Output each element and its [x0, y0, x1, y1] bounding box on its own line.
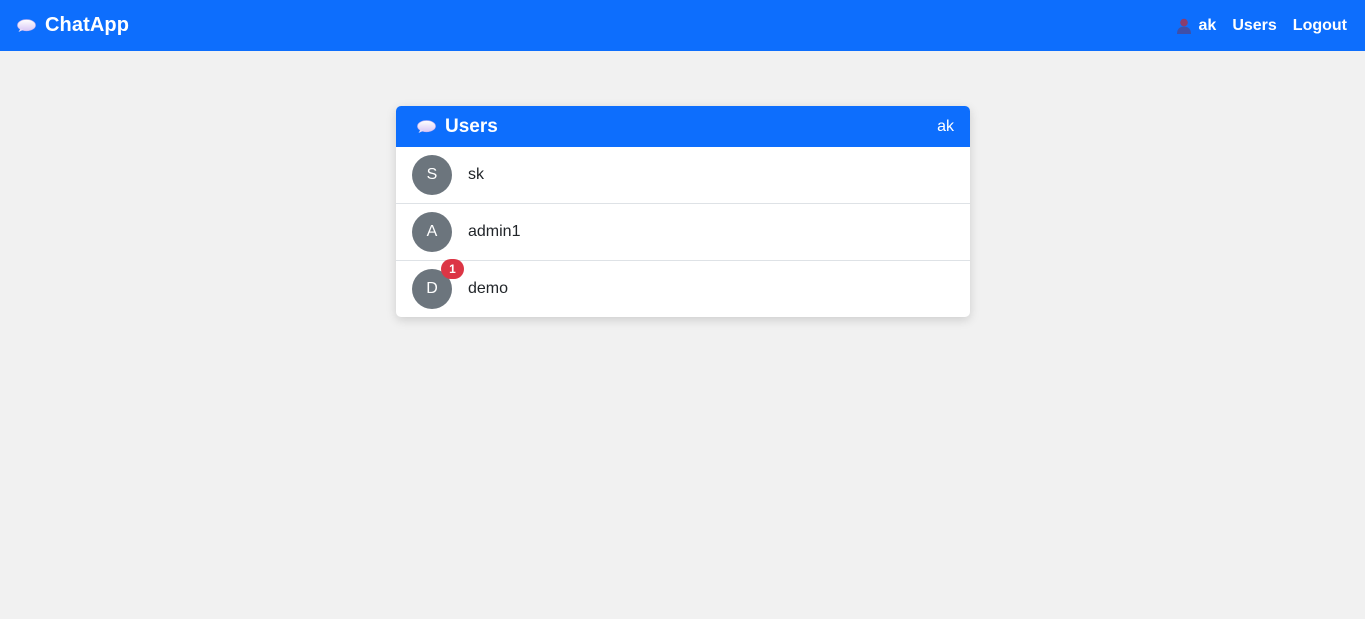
user-list: S sk A admin1 D 1 demo: [396, 147, 970, 317]
avatar: A: [412, 212, 452, 252]
nav-link-users[interactable]: Users: [1232, 17, 1276, 35]
brand-link[interactable]: ChatApp: [16, 14, 129, 37]
speech-bubble-icon: [416, 119, 436, 134]
unread-count-badge: 1: [441, 259, 464, 279]
nav-menu: ak Users Logout: [1176, 17, 1347, 35]
nav-link-logout[interactable]: Logout: [1293, 17, 1347, 35]
user-list-item-admin1[interactable]: A admin1: [396, 203, 970, 260]
brand-name: ChatApp: [45, 14, 130, 36]
person-icon: [1176, 18, 1192, 34]
card-title: Users: [445, 115, 498, 137]
users-card: Users ak S sk A admin1 D 1 demo: [396, 106, 970, 317]
avatar: S: [412, 155, 452, 195]
user-name: admin1: [468, 223, 521, 240]
user-list-item-sk[interactable]: S sk: [396, 147, 970, 203]
nav-current-user: ak: [1176, 16, 1217, 35]
user-name: sk: [468, 166, 484, 183]
avatar-wrapper: A: [412, 212, 452, 252]
card-title-group: Users: [416, 116, 498, 138]
card-header: Users ak: [396, 106, 970, 147]
nav-username: ak: [1198, 16, 1217, 34]
avatar-wrapper: D 1: [412, 259, 464, 309]
avatar-wrapper: S: [412, 155, 452, 195]
user-list-item-demo[interactable]: D 1 demo: [396, 259, 970, 317]
user-name: demo: [468, 280, 509, 297]
top-navbar: ChatApp ak Users Logout: [0, 0, 1365, 51]
speech-bubble-icon: [16, 18, 36, 33]
card-current-user: ak: [937, 117, 954, 135]
